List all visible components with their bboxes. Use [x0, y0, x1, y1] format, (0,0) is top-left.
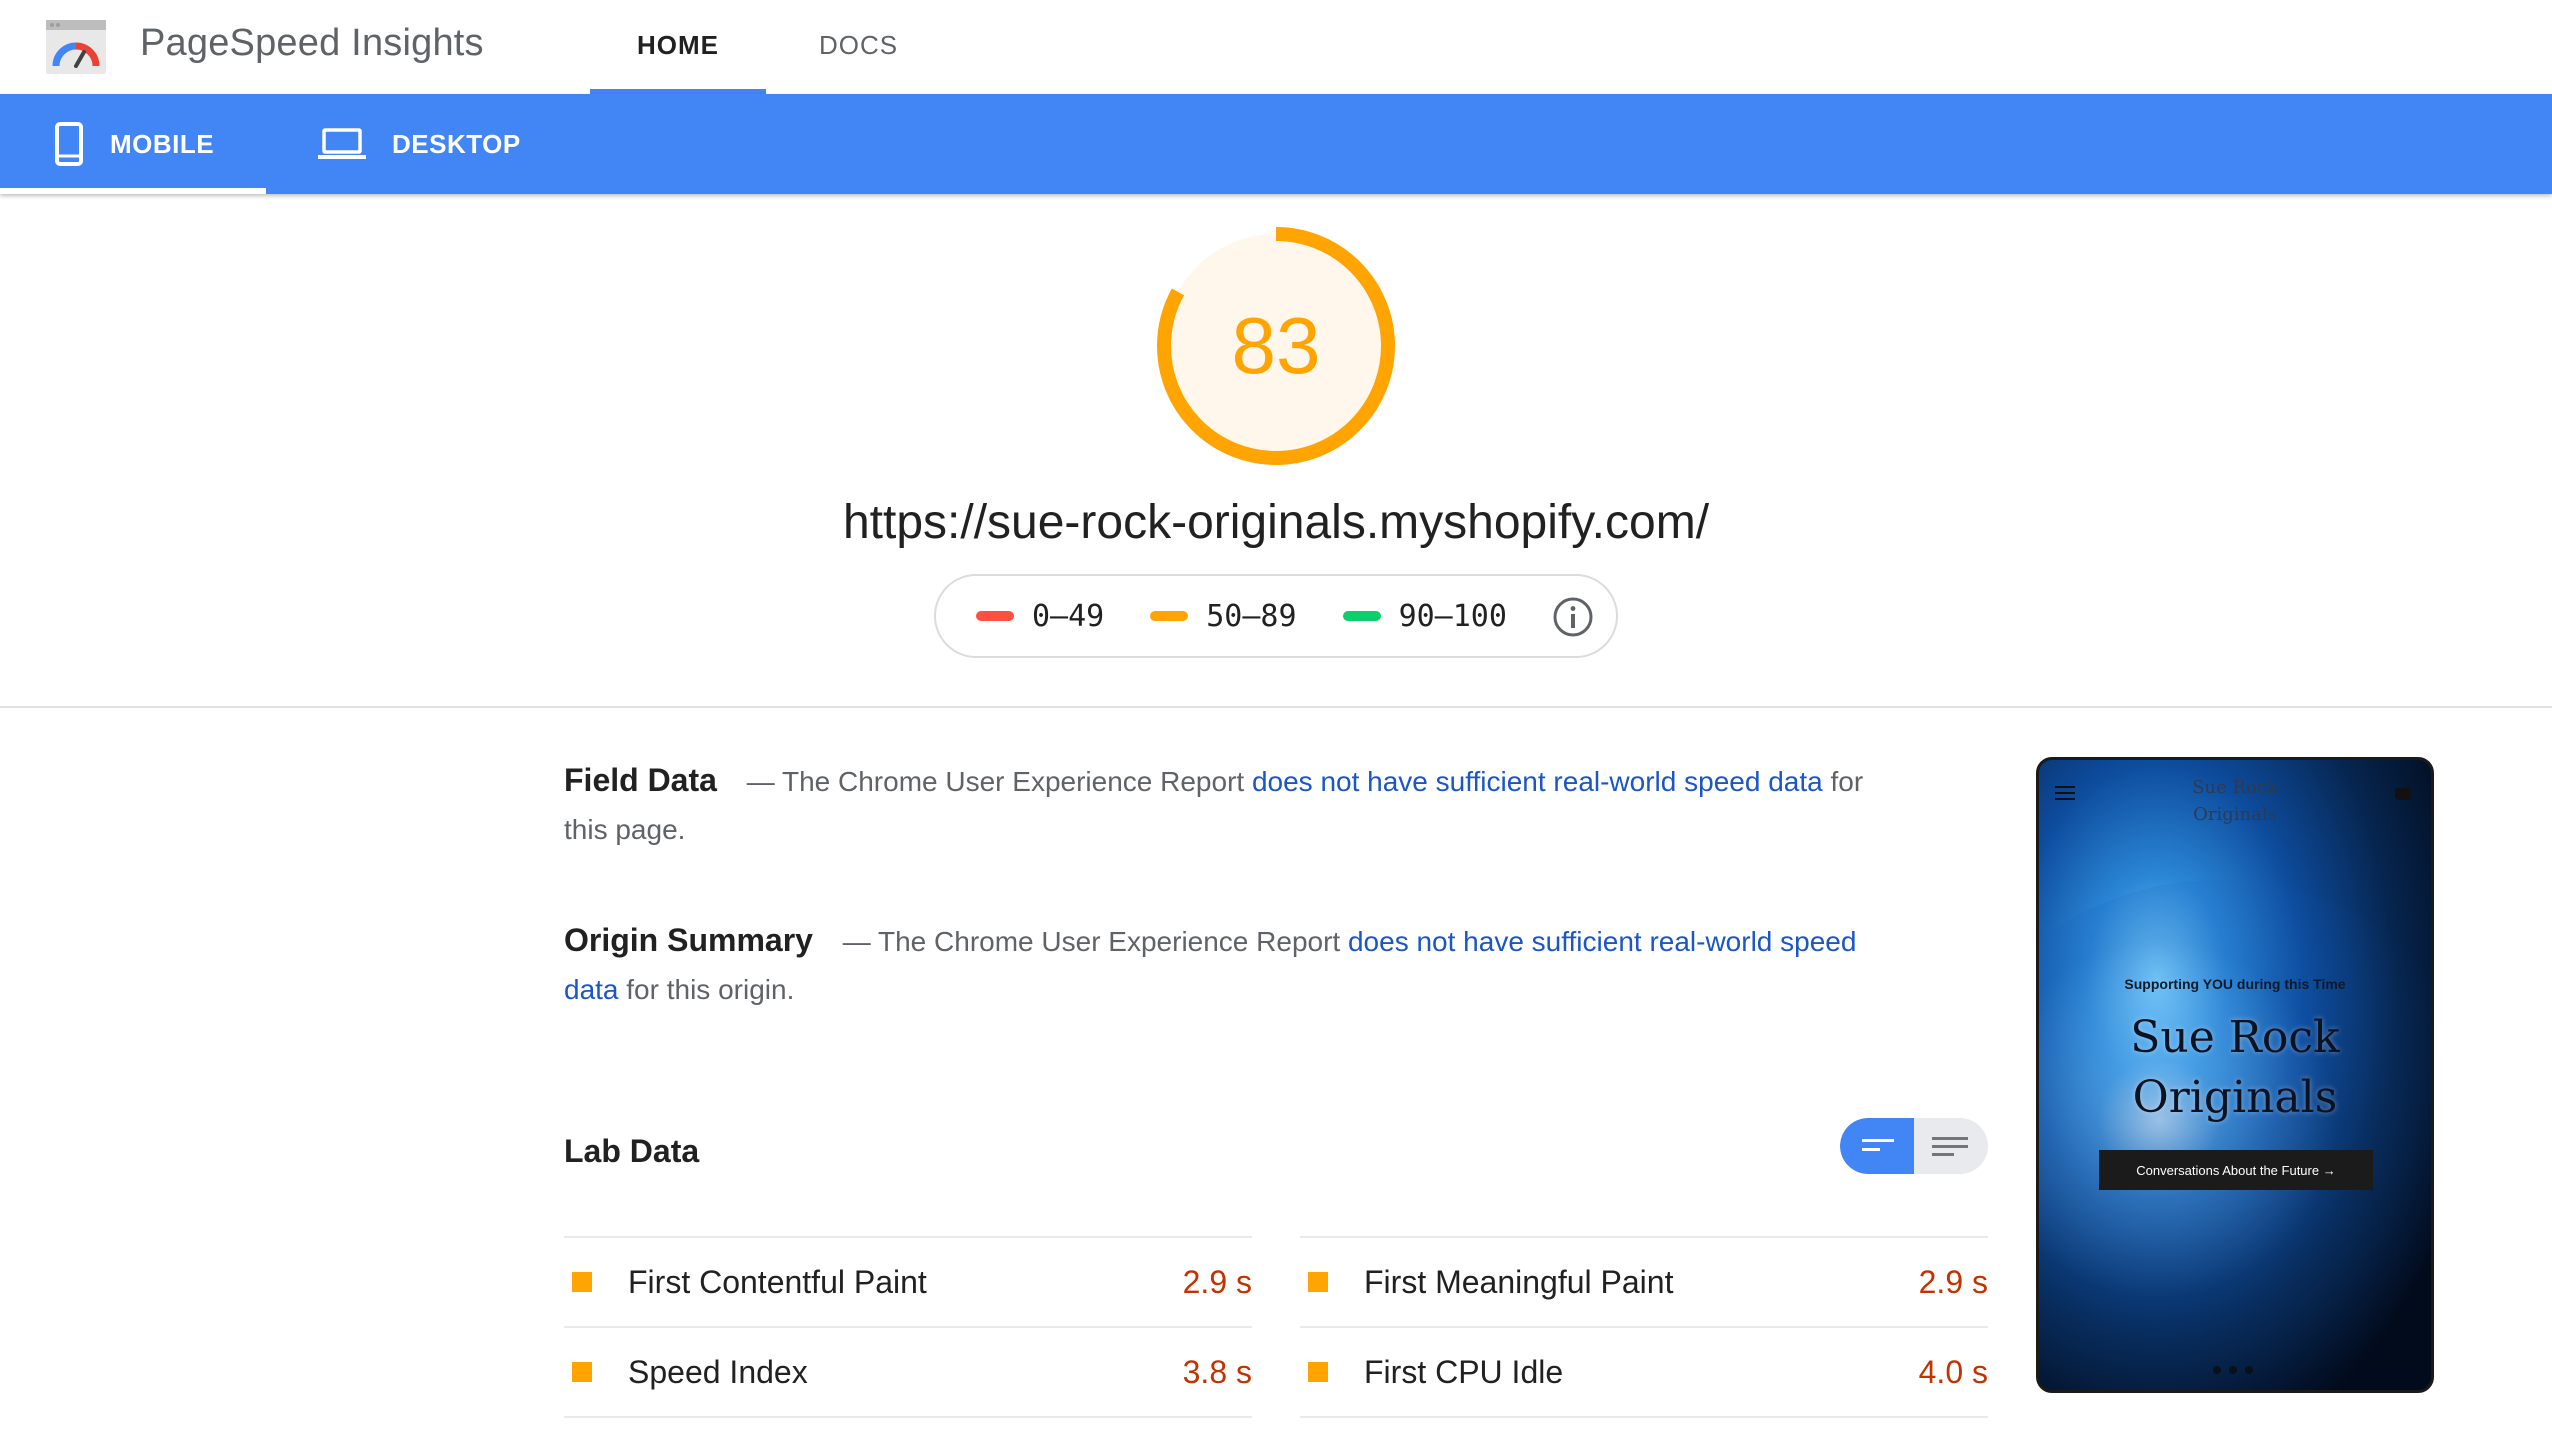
field-data-section: Field Data — The Chrome User Experience … [564, 756, 1864, 854]
legend-swatch-good [1342, 611, 1381, 621]
list-lines-icon [1932, 1137, 1968, 1156]
metric-value: 3.8 s [1182, 1353, 1252, 1390]
list-view-button[interactable] [1914, 1118, 1988, 1174]
average-indicator-icon [1308, 1272, 1328, 1292]
device-toolbar: MOBILE DESKTOP [0, 94, 2552, 194]
tested-url: https://sue-rock-originals.myshopify.com… [842, 496, 1710, 549]
metric-value: 4.0 s [1918, 1353, 1988, 1390]
score-legend: 0–49 50–89 90–100 [934, 574, 1618, 658]
average-indicator-icon [572, 1362, 592, 1382]
legend-item-good: 90–100 [1342, 598, 1507, 634]
tab-desktop[interactable]: DESKTOP [318, 94, 521, 194]
tab-mobile-label: MOBILE [110, 128, 215, 159]
origin-summary-title: Origin Summary [564, 922, 813, 958]
app-header: PageSpeed Insights HOME DOCS [0, 0, 2552, 94]
origin-summary-link[interactable]: does not have sufficient real-world spee… [1348, 926, 1856, 957]
metric-name: First Contentful Paint [628, 1263, 927, 1300]
lab-data-title: Lab Data [564, 1133, 700, 1169]
screenshot-brand-small: Sue Rock Originals [2039, 774, 2431, 828]
metric-name: First Meaningful Paint [1364, 1263, 1674, 1300]
metric-first-meaningful-paint[interactable]: First Meaningful Paint 2.9 s [1300, 1236, 1988, 1326]
metric-value: 2.9 s [1918, 1263, 1988, 1300]
tab-mobile[interactable]: MOBILE [54, 94, 214, 194]
performance-score: 83 [1231, 301, 1321, 390]
metric-speed-index[interactable]: Speed Index 3.8 s [564, 1326, 1252, 1416]
field-data-prefix: — The Chrome User Experience Report [746, 766, 1245, 797]
screenshot-brand-small-line-1: Sue Rock [2192, 777, 2278, 798]
origin-summary-section: Origin Summary — The Chrome User Experie… [564, 916, 1864, 1014]
origin-summary-suffix: for this origin. [626, 974, 795, 1005]
page-screenshot-thumbnail: Sue Rock Originals Supporting YOU during… [2036, 757, 2434, 1393]
legend-swatch-poor [976, 611, 1014, 621]
smartphone-icon [55, 122, 83, 166]
legend-swatch-average [1150, 611, 1189, 621]
metric-name: First CPU Idle [1364, 1353, 1564, 1390]
summary-view-button[interactable] [1840, 1118, 1914, 1174]
screenshot-brand-small-line-2: Originals [2193, 804, 2277, 825]
legend-item-poor: 0–49 [976, 599, 1104, 634]
metric-divider [1300, 1416, 1988, 1418]
field-data-suffix-2: this page. [564, 814, 686, 845]
app-title[interactable]: PageSpeed Insights [140, 22, 484, 65]
pagespeed-logo-icon[interactable] [46, 20, 106, 74]
tab-home[interactable]: HOME [637, 30, 719, 61]
screenshot-brand-big-line-2: Originals [2132, 1072, 2338, 1123]
average-indicator-icon [572, 1272, 592, 1292]
tab-desktop-label: DESKTOP [392, 128, 521, 159]
origin-summary-prefix: — The Chrome User Experience Report [842, 926, 1341, 957]
short-lines-icon [1862, 1139, 1894, 1151]
field-data-suffix: for [1830, 766, 1864, 797]
tab-docs[interactable]: DOCS [819, 30, 898, 61]
carousel-dots [2213, 1366, 2261, 1374]
metric-first-cpu-idle[interactable]: First CPU Idle 4.0 s [1300, 1326, 1988, 1416]
metric-divider [564, 1416, 1252, 1418]
field-data-title: Field Data [564, 762, 717, 798]
screenshot-cta-button: Conversations About the Future → [2099, 1150, 2373, 1190]
metric-first-contentful-paint[interactable]: First Contentful Paint 2.9 s [564, 1236, 1252, 1326]
section-divider [0, 706, 2552, 708]
metric-name: Speed Index [628, 1353, 808, 1390]
legend-range-good: 90–100 [1398, 598, 1507, 634]
screenshot-tagline: Supporting YOU during this Time [2124, 976, 2346, 992]
metric-value: 2.9 s [1182, 1263, 1252, 1300]
legend-range-average: 50–89 [1206, 598, 1297, 634]
origin-summary-link-2[interactable]: data [564, 974, 619, 1005]
screenshot-brand-big: Sue Rock Originals [2039, 1008, 2431, 1128]
legend-item-average: 50–89 [1150, 598, 1297, 634]
average-indicator-icon [1308, 1362, 1328, 1382]
info-icon[interactable] [1552, 596, 1594, 638]
view-toggle[interactable] [1840, 1118, 1988, 1174]
laptop-icon [318, 128, 366, 159]
active-device-indicator [0, 188, 266, 194]
field-data-link[interactable]: does not have sufficient real-world spee… [1252, 766, 1823, 797]
screenshot-brand-big-line-1: Sue Rock [2130, 1012, 2340, 1063]
legend-range-poor: 0–49 [1032, 598, 1105, 634]
earth-glow [2039, 880, 2431, 1390]
